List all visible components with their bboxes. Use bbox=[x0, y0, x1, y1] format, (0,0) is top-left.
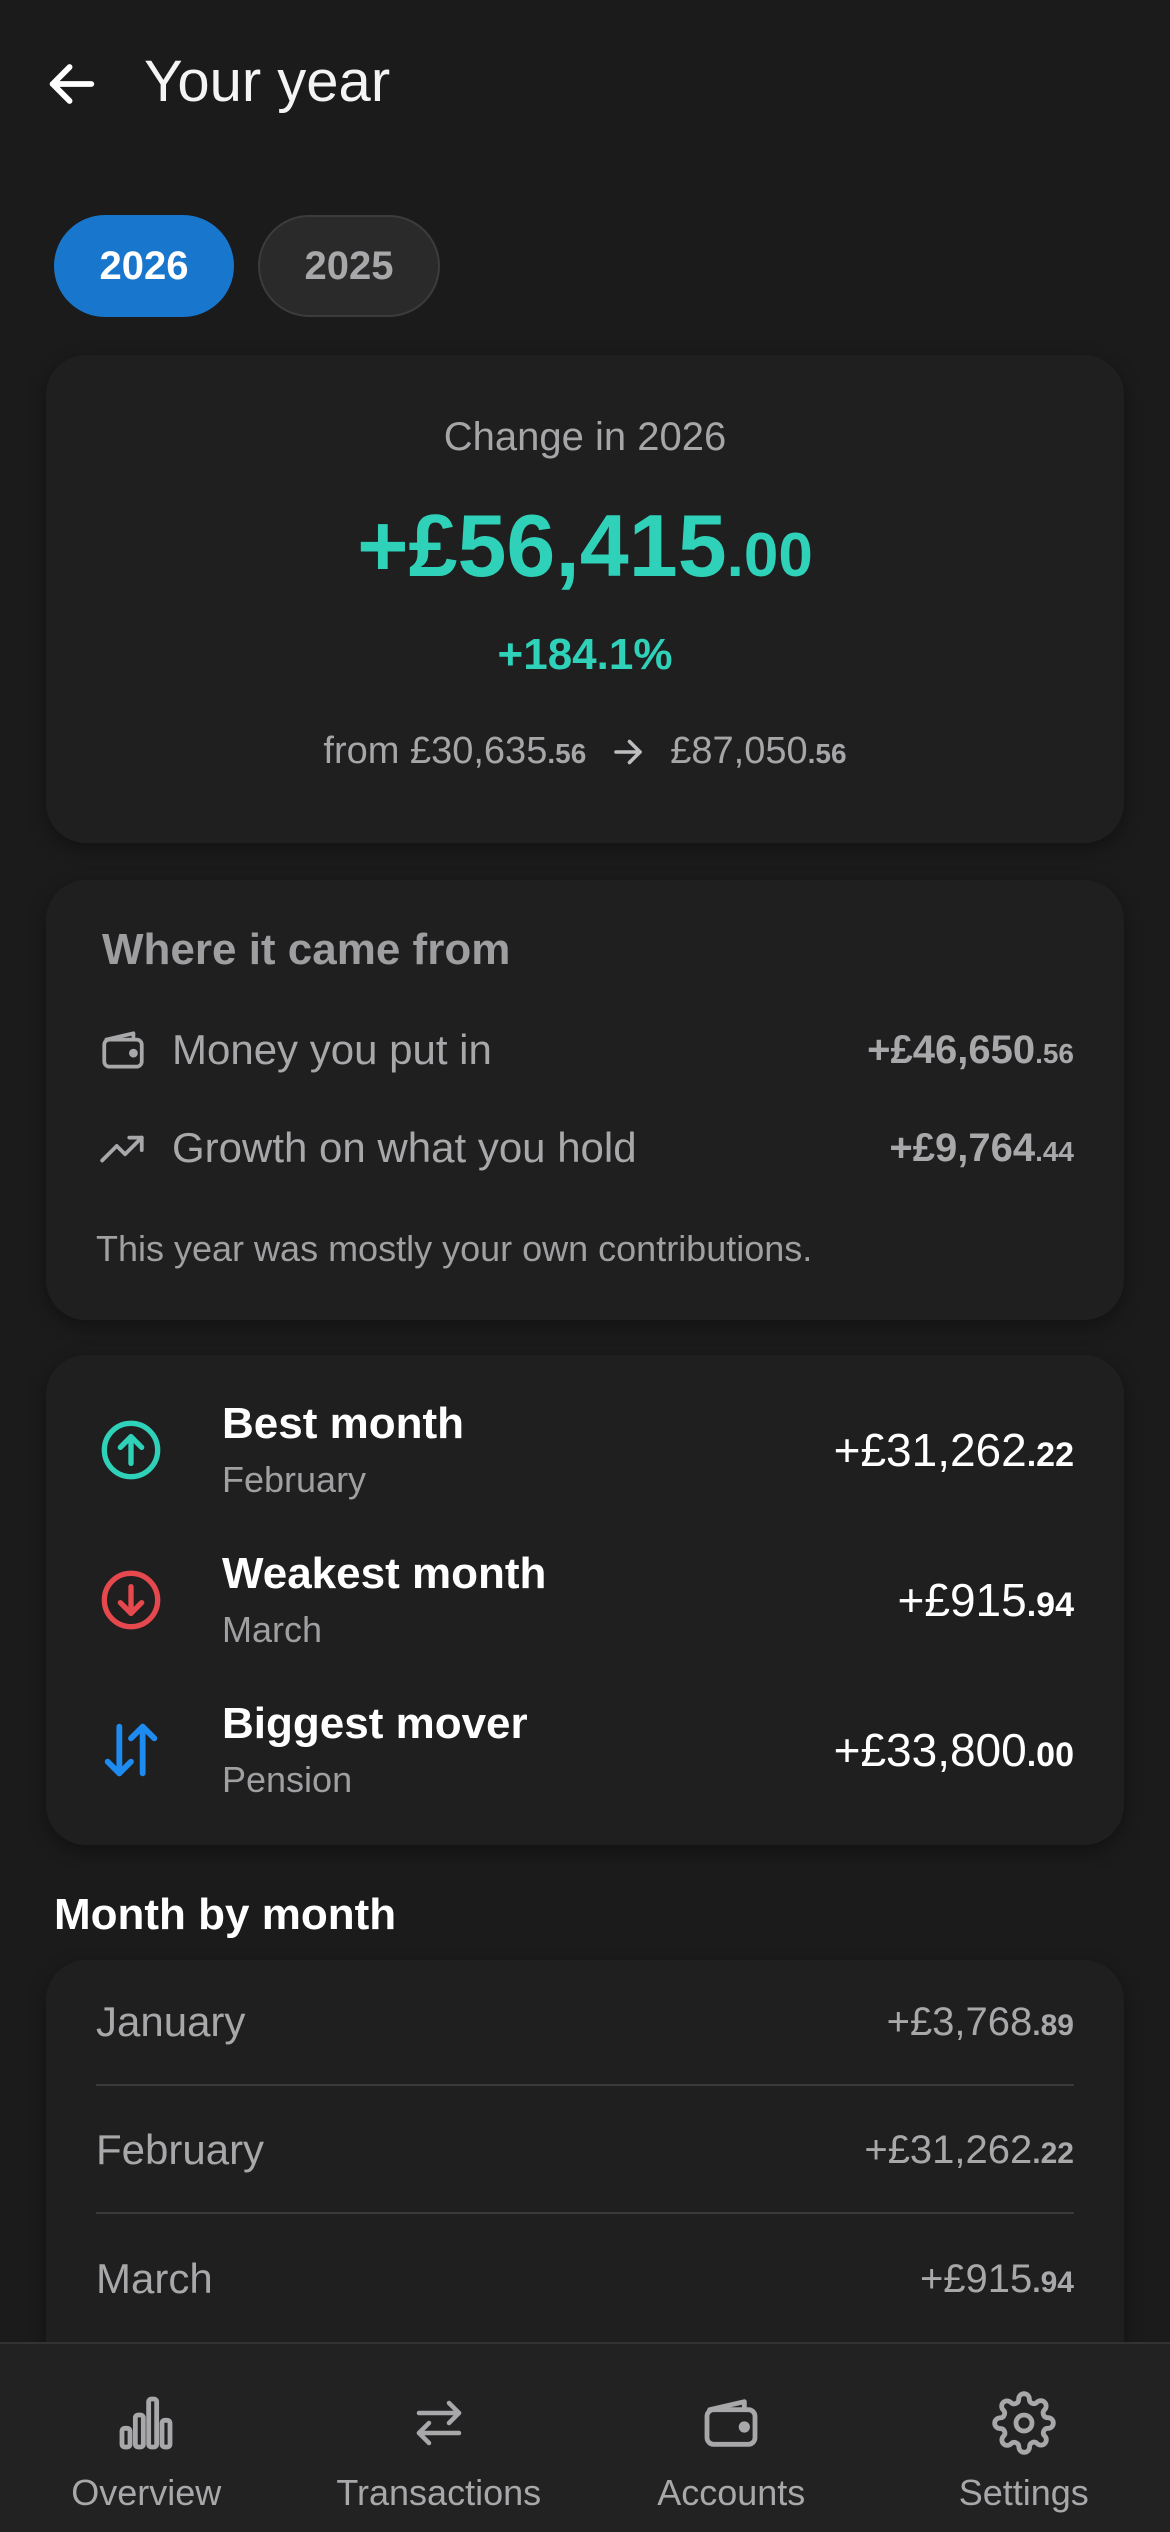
arrow-left-icon bbox=[49, 64, 95, 104]
weakest-month-row[interactable]: Weakest month March +£915.94 bbox=[96, 1535, 1074, 1665]
gear-icon bbox=[989, 2388, 1059, 2458]
biggest-mover-amount: +£33,800.00 bbox=[834, 1723, 1074, 1777]
highlights-card: Best month February +£31,262.22 Weakest … bbox=[46, 1355, 1124, 1845]
month-amount-major: +£3,768 bbox=[886, 1999, 1033, 2044]
change-amount: +£56,415.00 bbox=[46, 495, 1124, 597]
nav-transactions[interactable]: Transactions bbox=[293, 2344, 586, 2532]
month-row-march[interactable]: March +£915.94 bbox=[96, 2216, 1074, 2342]
biggest-mover-major: +£33,800 bbox=[833, 1724, 1027, 1776]
bottom-nav: Overview Transactions Accounts Settings bbox=[0, 2342, 1170, 2532]
month-amount-major: +£915 bbox=[919, 2256, 1033, 2301]
month-amount: +£915.94 bbox=[920, 2257, 1074, 2302]
biggest-mover-row[interactable]: Biggest mover Pension +£33,800.00 bbox=[96, 1685, 1074, 1815]
biggest-mover-text: Biggest mover Pension bbox=[222, 1699, 834, 1801]
nav-accounts[interactable]: Accounts bbox=[585, 2344, 878, 2532]
money-in-label: Money you put in bbox=[172, 1026, 492, 1073]
where-card: Where it came from Money you put in +£46… bbox=[46, 880, 1124, 1320]
back-button[interactable] bbox=[38, 50, 106, 118]
month-amount-minor: .89 bbox=[1032, 2008, 1074, 2042]
swap-arrows-icon bbox=[404, 2388, 474, 2458]
weakest-month-subtitle: March bbox=[222, 1609, 323, 1650]
growth-major: +£9,764 bbox=[889, 1125, 1036, 1170]
best-month-minor: .22 bbox=[1026, 1436, 1074, 1474]
change-amount-minor: .00 bbox=[726, 521, 813, 590]
nav-settings[interactable]: Settings bbox=[878, 2344, 1170, 2532]
wallet-icon bbox=[696, 2388, 766, 2458]
change-percent: +184.1% bbox=[497, 630, 673, 679]
from-major: £30,635 bbox=[409, 730, 548, 772]
swap-vertical-icon bbox=[96, 1715, 166, 1785]
arrow-up-circle-icon bbox=[96, 1415, 166, 1485]
where-note: This year was mostly your own contributi… bbox=[96, 1228, 813, 1269]
nav-settings-label: Settings bbox=[958, 2472, 1089, 2513]
from-minor: .56 bbox=[547, 738, 587, 769]
nav-overview[interactable]: Overview bbox=[0, 2344, 293, 2532]
month-amount: +£31,262.22 bbox=[864, 2128, 1074, 2173]
where-title: Where it came from bbox=[102, 925, 511, 974]
nav-transactions-label: Transactions bbox=[336, 2472, 542, 2513]
biggest-mover-subtitle: Pension bbox=[222, 1759, 353, 1800]
money-in-row: Money you put in +£46,650.56 bbox=[96, 1015, 1074, 1085]
biggest-mover-title: Biggest mover bbox=[222, 1699, 528, 1748]
header: Your year bbox=[0, 0, 1170, 170]
month-name: January bbox=[96, 1998, 246, 2045]
best-month-major: +£31,262 bbox=[833, 1424, 1027, 1476]
month-amount: +£3,768.89 bbox=[887, 2000, 1074, 2045]
month-amount-minor: .94 bbox=[1032, 2265, 1074, 2299]
change-amount-major: +£56,415 bbox=[357, 496, 727, 595]
month-amount-minor: .22 bbox=[1032, 2136, 1074, 2170]
growth-minor: .44 bbox=[1035, 1135, 1074, 1167]
weakest-month-title: Weakest month bbox=[222, 1549, 547, 1598]
change-range: from £30,635.56 £87,050.56 bbox=[46, 730, 1124, 773]
growth-row: Growth on what you hold +£9,764.44 bbox=[96, 1113, 1074, 1183]
bar-chart-icon bbox=[111, 2388, 181, 2458]
best-month-text: Best month February bbox=[222, 1399, 834, 1501]
month-row-february[interactable]: February +£31,262.22 bbox=[96, 2088, 1074, 2214]
month-name: March bbox=[96, 2255, 213, 2302]
change-label: Change in 2026 bbox=[443, 415, 727, 459]
money-in-major: +£46,650 bbox=[867, 1027, 1036, 1072]
your-year-screen: Your year 2026 2025 Change in 2026 +£56,… bbox=[0, 0, 1170, 2532]
weakest-month-text: Weakest month March bbox=[222, 1549, 898, 1651]
to-value: £87,050.56 bbox=[670, 730, 846, 773]
month-name: February bbox=[96, 2126, 265, 2173]
weakest-month-amount: +£915.94 bbox=[898, 1573, 1074, 1627]
month-row-january[interactable]: January +£3,768.89 bbox=[96, 1960, 1074, 2086]
arrow-right-icon bbox=[614, 739, 643, 764]
from-value: from £30,635.56 bbox=[323, 730, 586, 773]
weakest-month-minor: .94 bbox=[1026, 1586, 1074, 1624]
biggest-mover-minor: .00 bbox=[1026, 1736, 1074, 1774]
growth-label: Growth on what you hold bbox=[172, 1124, 637, 1171]
best-month-row[interactable]: Best month February +£31,262.22 bbox=[96, 1385, 1074, 1515]
money-in-minor: .56 bbox=[1035, 1037, 1074, 1069]
nav-accounts-label: Accounts bbox=[657, 2472, 806, 2513]
year-tab-2025[interactable]: 2025 bbox=[258, 215, 440, 317]
trending-up-icon bbox=[96, 1121, 150, 1175]
change-card: Change in 2026 +£56,415.00 +184.1% from … bbox=[46, 355, 1124, 843]
wallet-icon bbox=[96, 1023, 150, 1077]
growth-amount: +£9,764.44 bbox=[889, 1126, 1074, 1171]
best-month-title: Best month bbox=[222, 1399, 464, 1448]
month-by-month-title: Month by month bbox=[54, 1890, 397, 1939]
best-month-amount: +£31,262.22 bbox=[834, 1423, 1074, 1477]
money-in-amount: +£46,650.56 bbox=[867, 1028, 1074, 1073]
to-minor: .56 bbox=[807, 738, 847, 769]
arrow-down-circle-icon bbox=[96, 1565, 166, 1635]
weakest-month-major: +£915 bbox=[897, 1574, 1027, 1626]
from-prefix: from bbox=[323, 730, 410, 772]
to-major: £87,050 bbox=[670, 730, 808, 772]
month-amount-major: +£31,262 bbox=[864, 2127, 1033, 2172]
best-month-subtitle: February bbox=[222, 1459, 367, 1500]
page-title: Your year bbox=[144, 49, 391, 114]
nav-overview-label: Overview bbox=[71, 2472, 222, 2513]
year-tab-2026[interactable]: 2026 bbox=[54, 215, 234, 317]
